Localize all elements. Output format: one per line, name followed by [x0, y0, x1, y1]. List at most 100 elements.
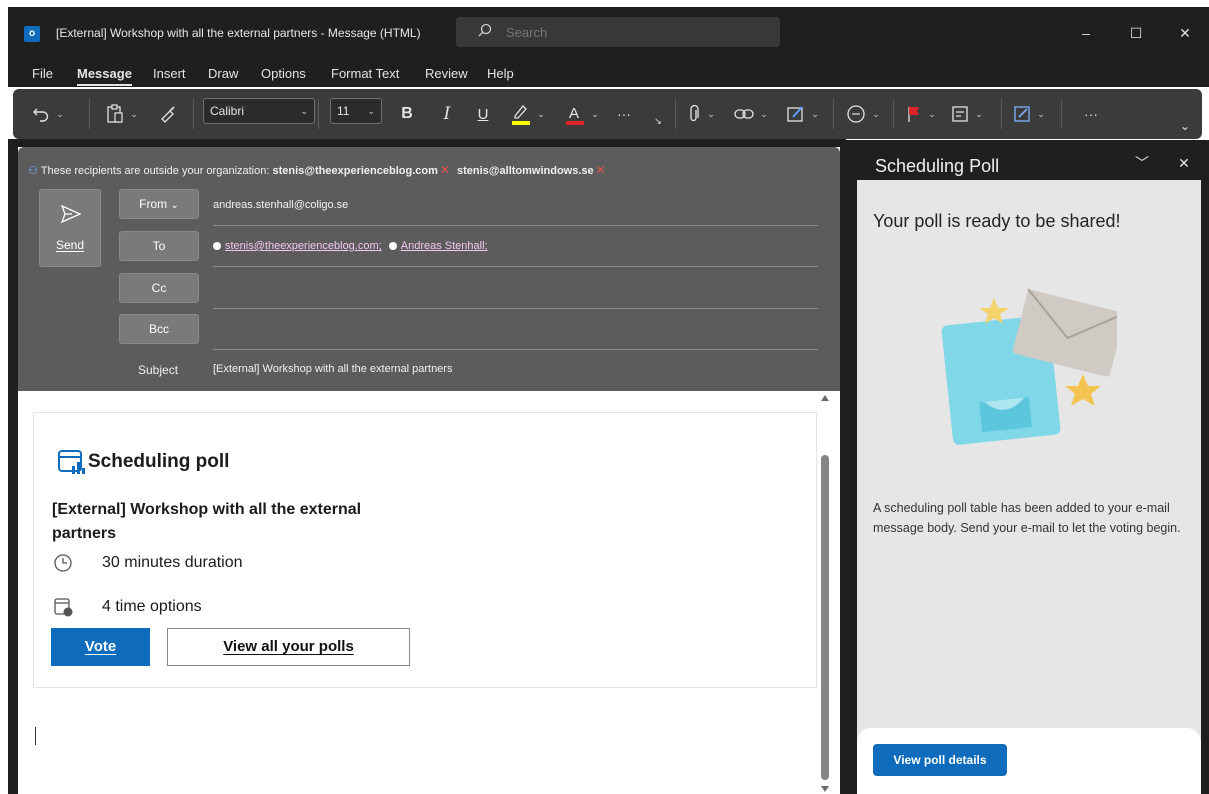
bcc-field[interactable] — [213, 349, 818, 350]
ribbon-toolbar: ⌄ ⌄ B I U ⌄ A ⌄ ··· ↘ ⌄ ⌄ ⌄ ⌄ ⌄ ⌄ ⌄ ··· … — [13, 89, 1202, 139]
menu-file[interactable]: File — [32, 66, 53, 81]
search-box[interactable] — [456, 17, 780, 47]
vertical-scrollbar[interactable] — [818, 391, 832, 794]
search-input[interactable] — [506, 23, 706, 41]
scheduling-poll-card: Scheduling poll [External] Workshop with… — [33, 412, 817, 688]
chevron-down-icon: ⌄ — [591, 108, 599, 119]
ribbon-divider — [833, 99, 834, 129]
subject-label: Subject — [138, 363, 179, 377]
flag-button[interactable]: ⌄ — [901, 101, 941, 127]
paste-button[interactable]: ⌄ — [99, 101, 145, 127]
ribbon-divider — [675, 99, 676, 129]
remove-recipient-icon[interactable]: ✕ — [440, 163, 450, 177]
bold-button[interactable]: B — [393, 101, 421, 127]
scroll-down-icon[interactable] — [821, 786, 829, 792]
remove-recipient-icon[interactable]: ✕ — [596, 163, 606, 177]
templates-button[interactable]: ⌄ — [947, 101, 987, 127]
expand-ribbon-icon[interactable]: ⌄ — [1175, 113, 1195, 139]
window-title: [External] Workshop with all the externa… — [56, 26, 421, 40]
cc-button[interactable]: Cc — [119, 273, 199, 303]
signature-button[interactable]: ⌄ — [783, 101, 823, 127]
chevron-down-icon: ⌄ — [130, 108, 138, 119]
overflow-menu-button[interactable]: ··· — [1071, 101, 1111, 127]
underline-button[interactable]: U — [469, 101, 497, 127]
chat-bubble-icon — [847, 105, 865, 123]
undo-icon — [33, 108, 49, 122]
font-size-dropdown[interactable]: 11 ⌄ — [330, 98, 382, 124]
menu-review[interactable]: Review — [425, 66, 468, 81]
field-divider — [213, 225, 818, 226]
compose-header: ⚇ These recipients are outside your orga… — [18, 147, 840, 391]
ribbon-divider — [193, 99, 194, 129]
chevron-down-icon: ⌄ — [1037, 108, 1045, 119]
to-field[interactable]: stenis@theexperienceblog.com; Andreas St… — [213, 240, 488, 252]
font-name-dropdown[interactable]: Calibri ⌄ — [203, 98, 315, 124]
dialog-launcher-icon[interactable]: ↘ — [651, 115, 665, 127]
undo-button[interactable]: ⌄ — [23, 101, 73, 127]
chevron-down-icon: ⌄ — [707, 108, 715, 119]
view-all-polls-button[interactable]: View all your polls — [167, 628, 410, 666]
scroll-up-icon[interactable] — [821, 395, 829, 401]
text-cursor — [35, 727, 36, 745]
minimize-button[interactable]: – — [1071, 21, 1101, 45]
external-recipients-notice: ⚇ These recipients are outside your orga… — [28, 163, 610, 177]
chevron-down-icon: ⌄ — [811, 108, 819, 119]
menu-bar: File Message Insert Draw Options Format … — [8, 60, 1209, 87]
poll-title: Scheduling poll — [88, 451, 230, 472]
font-color-icon: A — [566, 105, 585, 125]
message-body[interactable]: Scheduling poll [External] Workshop with… — [18, 391, 840, 794]
chrome-strip — [8, 140, 18, 794]
font-name-value: Calibri — [210, 104, 245, 118]
svg-text:A: A — [569, 105, 579, 122]
chevron-down-icon: ⌄ — [367, 106, 375, 116]
menu-draw[interactable]: Draw — [208, 66, 238, 81]
ribbon-divider — [1001, 99, 1002, 129]
chrome-strip — [8, 139, 846, 147]
signature-icon — [787, 106, 803, 122]
bcc-button[interactable]: Bcc — [119, 314, 199, 344]
external-people-icon: ⚇ — [28, 165, 38, 177]
ribbon-divider — [318, 99, 319, 129]
font-color-button[interactable]: A ⌄ — [559, 101, 605, 127]
recipient-chip[interactable]: Andreas Stenhall; — [401, 240, 488, 252]
collapse-pane-icon[interactable]: ﹀ — [1130, 152, 1154, 174]
external-notice-text: These recipients are outside your organi… — [40, 165, 270, 177]
to-button[interactable]: To — [119, 231, 199, 261]
menu-help[interactable]: Help — [487, 66, 514, 81]
side-pane-footer: View poll details — [857, 728, 1201, 794]
from-button[interactable]: From ⌄ — [119, 189, 199, 219]
italic-button[interactable]: I — [433, 101, 461, 127]
calendar-chart-icon — [58, 450, 85, 474]
format-painter-button[interactable] — [153, 101, 183, 127]
recipient-chip[interactable]: stenis@theexperienceblog.com; — [225, 240, 382, 252]
poll-subject: [External] Workshop with all the externa… — [52, 501, 362, 542]
close-pane-icon[interactable]: ✕ — [1172, 152, 1196, 174]
more-font-options-button[interactable]: ··· — [609, 101, 639, 127]
view-poll-details-button[interactable]: View poll details — [873, 744, 1007, 776]
external-recipient: stenis@alltomwindows.se — [457, 165, 594, 177]
outlook-logo-icon: o — [24, 26, 40, 42]
menu-insert[interactable]: Insert — [153, 66, 186, 81]
maximize-button[interactable]: ☐ — [1121, 21, 1151, 45]
cc-field[interactable] — [213, 308, 818, 309]
highlight-button[interactable]: ⌄ — [505, 101, 551, 127]
envelope-illustration-icon — [941, 288, 1117, 445]
menu-message[interactable]: Message — [77, 66, 132, 86]
chevron-down-icon: ⌄ — [300, 106, 308, 116]
scrollbar-thumb[interactable] — [821, 455, 829, 780]
chevron-down-icon: ⌄ — [537, 108, 545, 119]
template-icon — [952, 106, 968, 122]
scheduling-poll-button[interactable]: ⌄ — [843, 101, 883, 127]
vote-button[interactable]: Vote — [51, 628, 150, 666]
menu-format-text[interactable]: Format Text — [331, 66, 399, 81]
presence-icon — [213, 242, 221, 250]
close-window-button[interactable]: ✕ — [1170, 21, 1200, 45]
link-button[interactable]: ⌄ — [729, 101, 773, 127]
attach-file-button[interactable]: ⌄ — [683, 101, 719, 127]
menu-options[interactable]: Options — [261, 66, 306, 81]
send-button[interactable]: Send — [39, 189, 101, 267]
field-divider — [213, 266, 818, 267]
chevron-down-icon: ⌄ — [170, 200, 179, 211]
apps-button[interactable]: ⌄ — [1009, 101, 1049, 127]
subject-input[interactable]: [External] Workshop with all the externa… — [213, 363, 452, 375]
